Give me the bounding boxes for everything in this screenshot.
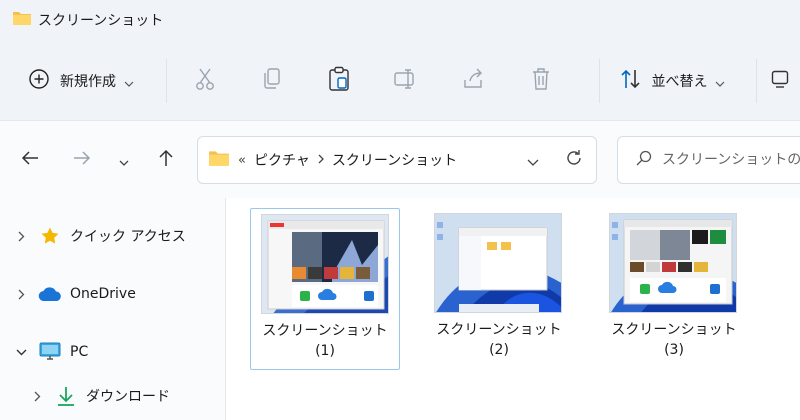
recent-locations-button[interactable] xyxy=(111,147,137,173)
file-name: スクリーンショット (3) xyxy=(599,320,749,360)
refresh-icon xyxy=(565,149,583,171)
cloud-icon xyxy=(38,286,62,302)
chevron-right-icon[interactable] xyxy=(14,289,28,300)
rename-icon xyxy=(393,68,419,94)
command-bar: 新規作成 並べ替え xyxy=(0,48,800,114)
sidebar-item-quick-access[interactable]: クイック アクセス xyxy=(0,216,226,256)
file-name: スクリーンショット (1) xyxy=(251,321,399,361)
new-button[interactable]: 新規作成 xyxy=(24,63,152,99)
thumbnail-image xyxy=(434,213,562,313)
chevron-down-icon xyxy=(119,151,129,170)
delete-button[interactable] xyxy=(517,63,564,99)
monitor-icon xyxy=(38,342,62,362)
rename-button[interactable] xyxy=(383,63,430,99)
sidebar-item-label: ダウンロード xyxy=(86,389,170,405)
window-title: スクリーンショット xyxy=(38,13,164,29)
file-name-index: (3) xyxy=(664,342,684,358)
search-input[interactable] xyxy=(662,152,800,168)
file-name-text: スクリーンショット xyxy=(611,322,737,338)
breadcrumb-pictures[interactable]: ピクチャ xyxy=(254,150,310,170)
up-button[interactable] xyxy=(153,147,179,173)
copy-icon xyxy=(261,67,283,95)
sidebar-item-label: OneDrive xyxy=(70,286,136,302)
search-icon xyxy=(636,150,652,170)
file-list: スクリーンショット (1) スクリーンショット (2) スクリーンショット (3… xyxy=(227,198,800,420)
share-icon xyxy=(462,68,486,94)
star-icon xyxy=(38,226,62,246)
chevron-right-icon[interactable] xyxy=(14,231,28,242)
sort-arrows-icon xyxy=(619,68,643,94)
file-item[interactable]: スクリーンショット (3) xyxy=(599,208,749,370)
sidebar-item-label: クイック アクセス xyxy=(70,229,186,245)
search-box[interactable] xyxy=(617,136,800,184)
view-icon xyxy=(771,70,789,92)
folder-icon xyxy=(208,149,230,171)
copy-button[interactable] xyxy=(248,63,295,99)
toolbar-divider xyxy=(166,59,167,103)
sidebar-item-label: PC xyxy=(70,344,89,360)
forward-button[interactable] xyxy=(69,147,95,173)
sidebar-item-downloads[interactable]: ダウンロード xyxy=(0,376,226,416)
back-button[interactable] xyxy=(17,147,43,173)
file-item[interactable]: スクリーンショット (1) xyxy=(250,208,400,370)
arrow-left-icon xyxy=(21,150,39,170)
title-bar: スクリーンショット xyxy=(0,0,800,40)
main-area: クイック アクセス OneDrive PC ダウンロード スクリーンショット (… xyxy=(0,198,800,420)
sidebar-item-pc[interactable]: PC xyxy=(0,332,226,372)
chevron-down-icon[interactable] xyxy=(14,349,28,356)
cut-button[interactable] xyxy=(181,63,228,99)
arrow-up-icon xyxy=(158,149,174,171)
toolbar-divider xyxy=(755,59,757,103)
trash-icon xyxy=(530,67,552,95)
thumbnail-image xyxy=(609,213,737,313)
arrow-right-icon xyxy=(73,150,91,170)
plus-circle-icon xyxy=(28,68,50,94)
file-name-index: (2) xyxy=(489,342,509,358)
toolbar-divider xyxy=(598,59,600,103)
file-item[interactable]: スクリーンショット (2) xyxy=(424,208,574,370)
share-button[interactable] xyxy=(450,63,497,99)
chevron-down-icon xyxy=(124,72,134,91)
sort-button-label: 並べ替え xyxy=(651,74,708,90)
breadcrumb-separator-icon xyxy=(318,153,324,168)
thumbnail-image xyxy=(261,214,389,314)
paste-button[interactable] xyxy=(316,63,363,99)
chevron-down-icon xyxy=(527,151,539,170)
new-button-label: 新規作成 xyxy=(60,74,116,90)
file-name-index: (1) xyxy=(315,343,335,359)
breadcrumb-overflow[interactable]: « xyxy=(238,153,246,168)
breadcrumb-screenshots[interactable]: スクリーンショット xyxy=(332,150,457,170)
file-name-text: スクリーンショット xyxy=(262,323,388,339)
sort-button[interactable]: 並べ替え xyxy=(613,63,741,99)
file-name-text: スクリーンショット xyxy=(436,322,562,338)
sidebar-item-onedrive[interactable]: OneDrive xyxy=(0,274,226,314)
view-button[interactable] xyxy=(771,63,800,99)
chevron-down-icon xyxy=(715,72,725,91)
folder-icon xyxy=(12,10,32,30)
download-icon xyxy=(54,385,78,407)
refresh-button[interactable] xyxy=(560,136,588,184)
chevron-right-icon[interactable] xyxy=(30,391,44,402)
navigation-pane: クイック アクセス OneDrive PC ダウンロード xyxy=(0,198,226,420)
clipboard-icon xyxy=(328,66,350,96)
navigation-bar: « ピクチャ スクリーンショット xyxy=(0,120,800,198)
file-name: スクリーンショット (2) xyxy=(424,320,574,360)
scissors-icon xyxy=(194,67,216,95)
address-history-button[interactable] xyxy=(520,136,546,184)
